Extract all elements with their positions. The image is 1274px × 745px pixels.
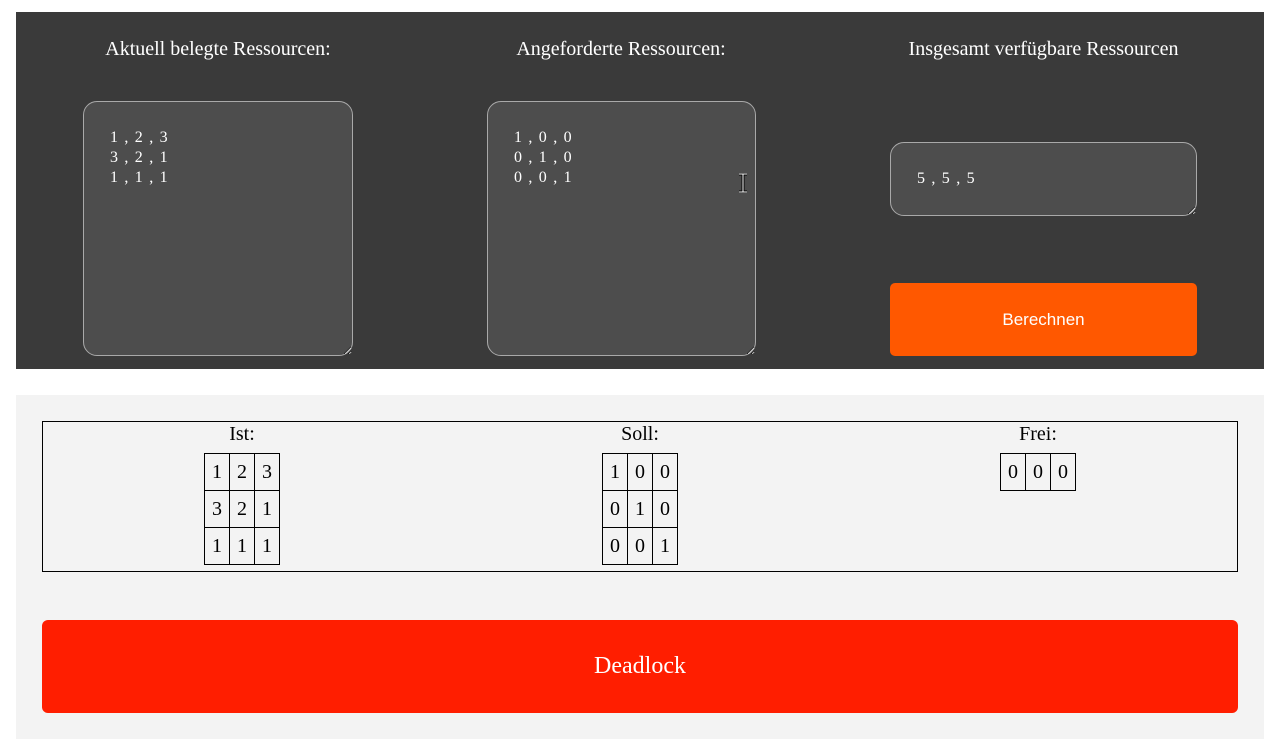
requested-resources-input[interactable]: 1 , 0 , 0 0 , 1 , 0 0 , 0 , 1 — [487, 101, 756, 356]
soll-matrix-row: 010 — [602, 490, 678, 528]
ist-matrix-cell: 3 — [254, 453, 280, 491]
ist-matrix-row: 123 — [204, 453, 280, 491]
soll-matrix-cell: 0 — [602, 527, 628, 565]
allocated-resources-title: Aktuell belegte Ressourcen: — [105, 38, 331, 60]
soll-matrix-row: 100 — [602, 453, 678, 491]
frei-matrix-cell: 0 — [1025, 453, 1051, 491]
ist-matrix-cell: 1 — [204, 453, 230, 491]
requested-resources-title: Angeforderte Ressourcen: — [516, 38, 726, 60]
frei-matrix-row: 000 — [1000, 453, 1076, 491]
ist-matrix-cell: 1 — [254, 490, 280, 528]
ist-matrix-row: 321 — [204, 490, 280, 528]
ist-label: Ist: — [229, 423, 255, 445]
soll-matrix-row: 001 — [602, 527, 678, 565]
soll-matrix-cell: 0 — [627, 453, 653, 491]
ist-matrix-block: Ist: 123321111 — [43, 422, 441, 565]
ist-matrix-cell: 2 — [229, 453, 255, 491]
calculate-button[interactable]: Berechnen — [890, 283, 1197, 356]
deadlock-status-banner: Deadlock — [42, 620, 1238, 713]
soll-matrix-cell: 1 — [627, 490, 653, 528]
soll-matrix-cell: 0 — [627, 527, 653, 565]
soll-matrix-cell: 1 — [652, 527, 678, 565]
frei-matrix-cell: 0 — [1050, 453, 1076, 491]
frei-label: Frei: — [1019, 423, 1057, 445]
ist-matrix-cell: 3 — [204, 490, 230, 528]
ist-matrix-cell: 2 — [229, 490, 255, 528]
matrix-overview: Ist: 123321111 Soll: 100010001 Frei: 000 — [42, 421, 1238, 572]
frei-vector: 000 — [1000, 453, 1076, 491]
available-resources-input[interactable]: 5 , 5 , 5 — [890, 142, 1197, 216]
soll-matrix-block: Soll: 100010001 — [441, 422, 839, 565]
soll-matrix-cell: 0 — [652, 453, 678, 491]
frei-matrix-block: Frei: 000 — [839, 422, 1237, 491]
available-resources-title: Insgesamt verfügbare Ressourcen — [908, 38, 1179, 60]
ist-matrix-cell: 1 — [204, 527, 230, 565]
soll-matrix-cell: 0 — [602, 490, 628, 528]
ist-matrix-cell: 1 — [254, 527, 280, 565]
ist-matrix-row: 111 — [204, 527, 280, 565]
allocated-resources-input[interactable]: 1 , 2 , 3 3 , 2 , 1 1 , 1 , 1 — [83, 101, 353, 356]
soll-matrix-cell: 0 — [652, 490, 678, 528]
soll-matrix-cell: 1 — [602, 453, 628, 491]
ist-matrix-cell: 1 — [229, 527, 255, 565]
soll-matrix: 100010001 — [602, 453, 678, 565]
ist-matrix: 123321111 — [204, 453, 280, 565]
frei-matrix-cell: 0 — [1000, 453, 1026, 491]
soll-label: Soll: — [621, 423, 659, 445]
